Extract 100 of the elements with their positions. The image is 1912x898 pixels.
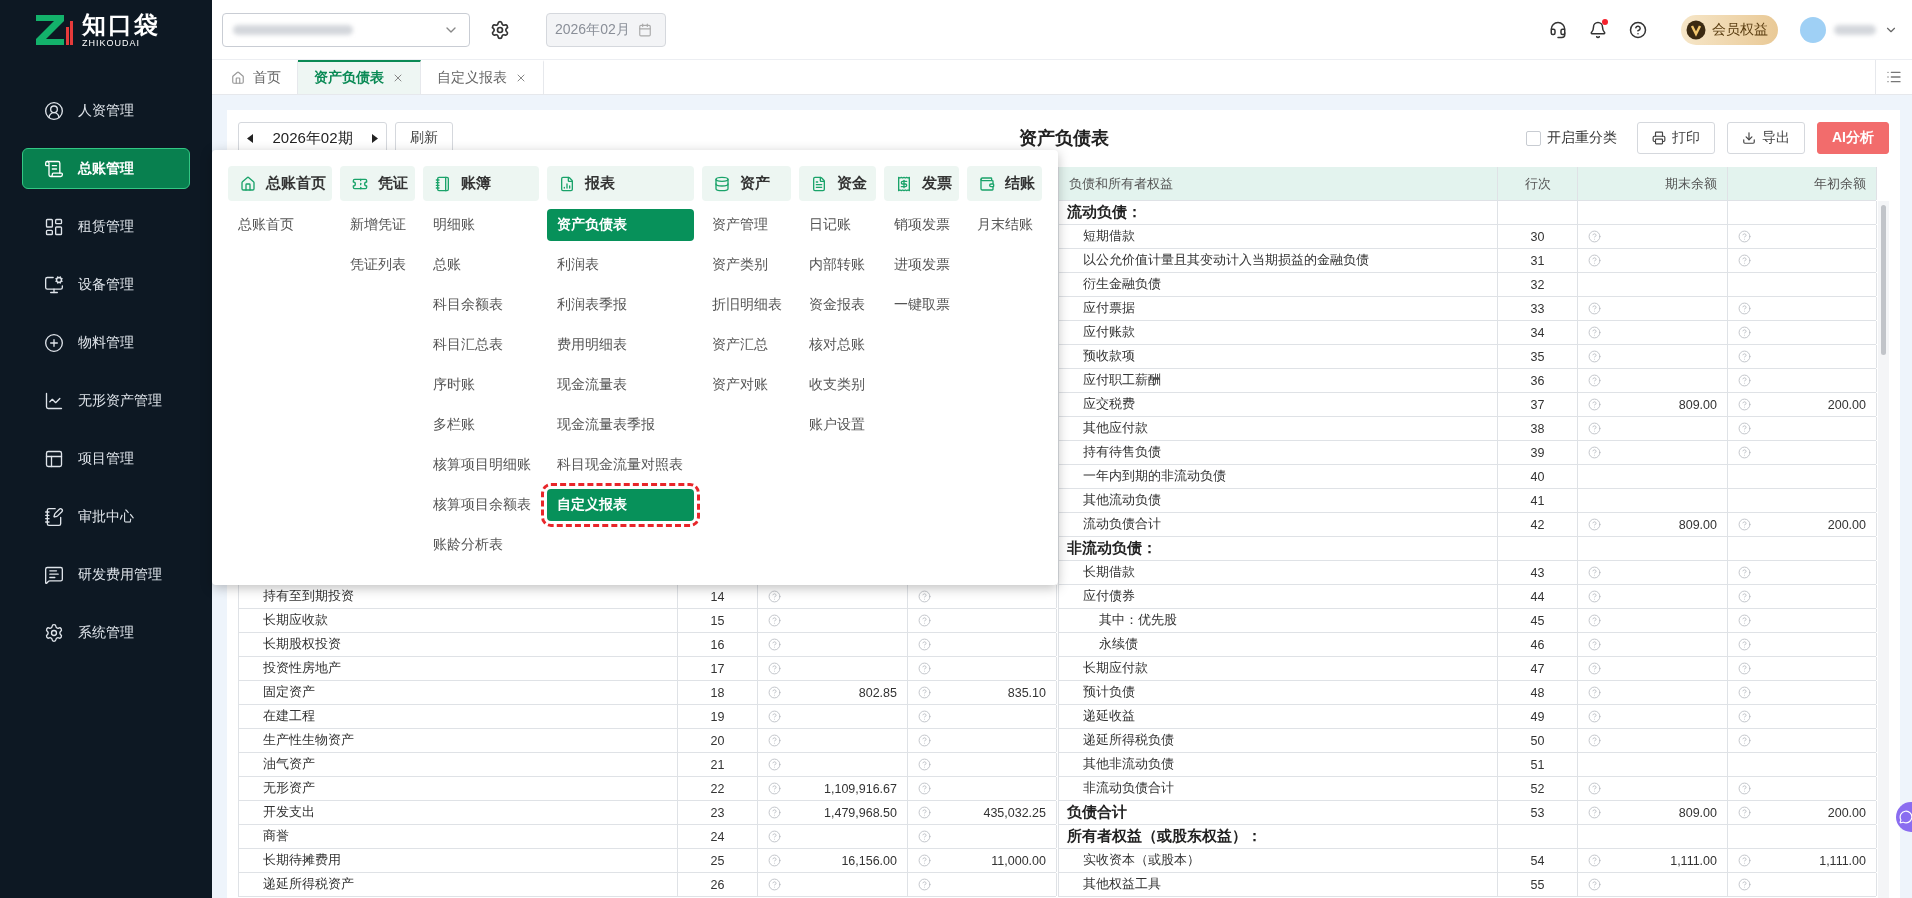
help-icon[interactable]	[768, 590, 781, 603]
help-icon[interactable]	[918, 614, 931, 627]
next-period-button[interactable]	[370, 131, 380, 145]
help-icon[interactable]	[768, 614, 781, 627]
sidebar-item[interactable]: 研发费用管理	[22, 554, 190, 595]
help-icon[interactable]	[1588, 350, 1601, 363]
menu-item[interactable]: 月末结账	[967, 209, 1042, 241]
help-icon[interactable]	[1738, 878, 1751, 891]
sidebar-item[interactable]: 人资管理	[22, 90, 190, 131]
help-icon[interactable]	[1738, 782, 1751, 795]
sidebar-item[interactable]: 物料管理	[22, 322, 190, 363]
help-icon[interactable]	[918, 878, 931, 891]
help-icon[interactable]	[1738, 662, 1751, 675]
help-icon[interactable]	[1738, 614, 1751, 627]
help-icon[interactable]	[1588, 782, 1601, 795]
menu-item[interactable]: 利润表	[547, 249, 694, 281]
help-icon[interactable]	[918, 638, 931, 651]
menu-item[interactable]: 资产汇总	[702, 329, 791, 361]
headset-button[interactable]	[1549, 20, 1567, 39]
help-icon[interactable]	[1588, 614, 1601, 627]
menu-item[interactable]: 利润表季报	[547, 289, 694, 321]
menu-item[interactable]: 资产负债表	[547, 209, 694, 241]
help-icon[interactable]	[1738, 302, 1751, 315]
menu-item[interactable]: 账龄分析表	[423, 529, 539, 561]
sidebar-item[interactable]: 设备管理	[22, 264, 190, 305]
help-icon[interactable]	[918, 734, 931, 747]
menu-item[interactable]: 资金报表	[799, 289, 876, 321]
menu-item[interactable]: 现金流量表季报	[547, 409, 694, 441]
help-icon[interactable]	[768, 854, 781, 867]
help-icon[interactable]	[1738, 518, 1751, 531]
menu-item[interactable]: 日记账	[799, 209, 876, 241]
help-icon[interactable]	[768, 878, 781, 891]
settings-button[interactable]	[490, 19, 510, 40]
notification-button[interactable]	[1589, 20, 1607, 39]
help-icon[interactable]	[1738, 590, 1751, 603]
scrollbar-thumb[interactable]	[1881, 205, 1886, 355]
menu-item[interactable]: 核算项目余额表	[423, 489, 539, 521]
help-icon[interactable]	[1738, 854, 1751, 867]
help-icon[interactable]	[918, 830, 931, 843]
help-icon[interactable]	[1588, 734, 1601, 747]
help-icon[interactable]	[1588, 446, 1601, 459]
menu-item[interactable]: 收支类别	[799, 369, 876, 401]
help-icon[interactable]	[1588, 638, 1601, 651]
help-icon[interactable]	[768, 830, 781, 843]
menu-item[interactable]: 明细账	[423, 209, 539, 241]
help-icon[interactable]	[1738, 638, 1751, 651]
help-icon[interactable]	[1738, 398, 1751, 411]
help-icon[interactable]	[918, 590, 931, 603]
menu-item[interactable]: 科目现金流量对照表	[547, 449, 694, 481]
previous-period-button[interactable]	[245, 131, 255, 145]
menu-item[interactable]: 总账	[423, 249, 539, 281]
help-button[interactable]	[1629, 20, 1647, 39]
help-icon[interactable]	[768, 686, 781, 699]
menu-item[interactable]: 折旧明细表	[702, 289, 791, 321]
help-icon[interactable]	[1738, 374, 1751, 387]
avatar-silhouette[interactable]	[1800, 16, 1826, 43]
help-icon[interactable]	[1738, 566, 1751, 579]
help-icon[interactable]	[1738, 350, 1751, 363]
help-icon[interactable]	[1738, 710, 1751, 723]
close-icon[interactable]	[392, 72, 404, 84]
help-icon[interactable]	[768, 710, 781, 723]
help-icon[interactable]	[768, 782, 781, 795]
sidebar-item[interactable]: 系统管理	[22, 612, 190, 653]
checkbox[interactable]	[1526, 130, 1541, 146]
tab[interactable]: 资产负债表	[298, 60, 421, 94]
help-icon[interactable]	[918, 854, 931, 867]
sidebar-item[interactable]: 租赁管理	[22, 206, 190, 247]
vip-badge[interactable]: 会员权益	[1681, 14, 1778, 45]
help-icon[interactable]	[1738, 422, 1751, 435]
help-icon[interactable]	[918, 758, 931, 771]
menu-item[interactable]: 一键取票	[884, 289, 959, 321]
help-icon[interactable]	[1738, 734, 1751, 747]
menu-item[interactable]: 资产类别	[702, 249, 791, 281]
help-icon[interactable]	[1738, 446, 1751, 459]
menu-item[interactable]: 核对总账	[799, 329, 876, 361]
help-icon[interactable]	[1588, 254, 1601, 267]
help-icon[interactable]	[1588, 422, 1601, 435]
menu-item[interactable]: 序时账	[423, 369, 539, 401]
help-icon[interactable]	[918, 806, 931, 819]
menu-item[interactable]: 自定义报表	[547, 489, 694, 521]
help-icon[interactable]	[1588, 590, 1601, 603]
help-icon[interactable]	[918, 782, 931, 795]
help-icon[interactable]	[768, 638, 781, 651]
help-icon[interactable]	[1588, 806, 1601, 819]
menu-item[interactable]: 账户设置	[799, 409, 876, 441]
menu-item[interactable]: 内部转账	[799, 249, 876, 281]
help-icon[interactable]	[1738, 254, 1751, 267]
help-icon[interactable]	[1738, 326, 1751, 339]
help-icon[interactable]	[1738, 230, 1751, 243]
menu-item[interactable]: 科目汇总表	[423, 329, 539, 361]
help-icon[interactable]	[918, 710, 931, 723]
help-icon[interactable]	[1588, 302, 1601, 315]
menu-item[interactable]: 资产管理	[702, 209, 791, 241]
menu-item[interactable]: 多栏账	[423, 409, 539, 441]
menu-item[interactable]: 总账首页	[228, 209, 332, 241]
menu-item[interactable]: 销项发票	[884, 209, 959, 241]
sidebar-item[interactable]: 审批中心	[22, 496, 190, 537]
help-icon[interactable]	[768, 734, 781, 747]
menu-item[interactable]: 核算项目明细账	[423, 449, 539, 481]
menu-item[interactable]: 凭证列表	[340, 249, 415, 281]
